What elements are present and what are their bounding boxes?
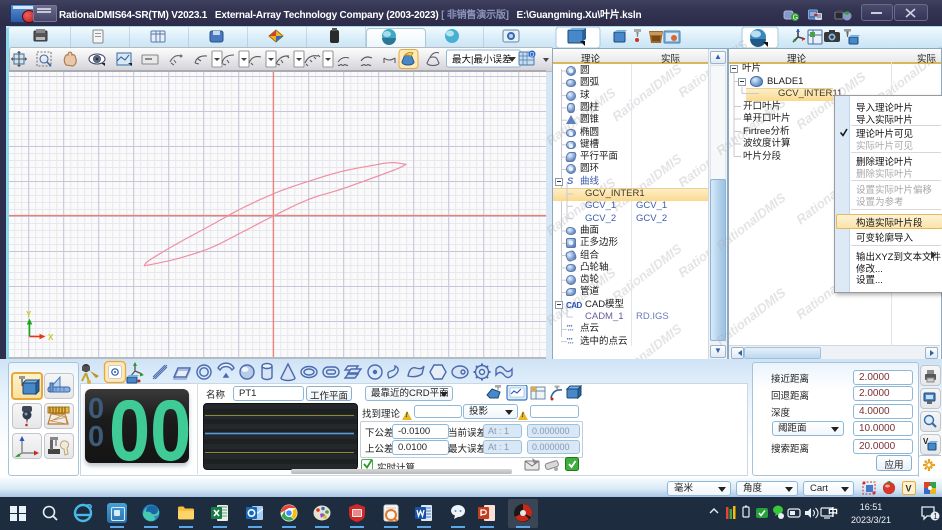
svg-text:X: X [48,333,54,342]
svg-text:Y: Y [26,310,32,319]
svg-text:最大|最小误差: 最大|最小误差 [452,54,511,66]
svg-text:V: V [906,484,912,494]
svg-text:G: G [793,15,798,22]
svg-text:1: 1 [933,512,938,521]
svg-text:D: D [530,52,535,58]
